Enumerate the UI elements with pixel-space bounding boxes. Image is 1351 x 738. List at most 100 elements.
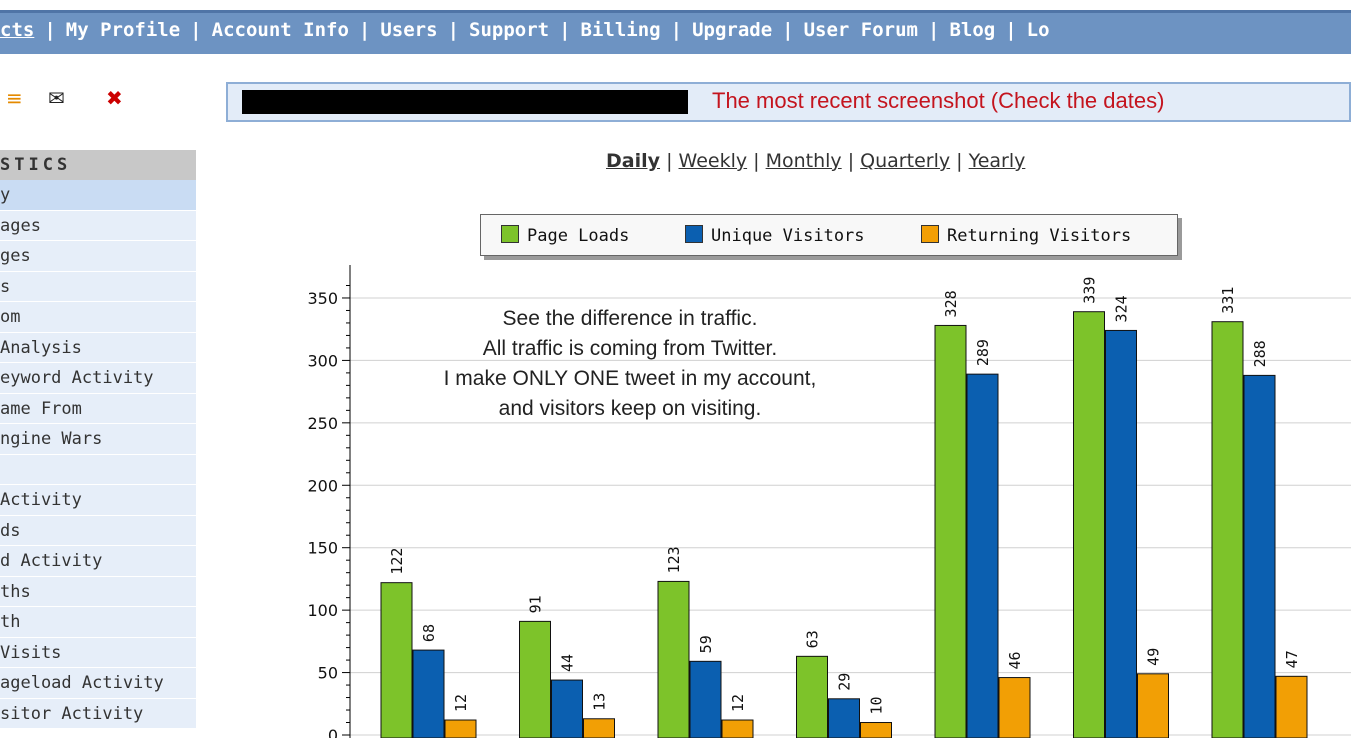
- period-separator: |: [753, 150, 766, 172]
- data-label: 328: [942, 290, 960, 317]
- bar: [380, 582, 413, 738]
- period-yearly-link[interactable]: Yearly: [969, 150, 1026, 172]
- bar: [721, 719, 754, 738]
- period-daily-link[interactable]: Daily: [606, 150, 660, 172]
- nav-link[interactable]: My Profile: [56, 19, 190, 41]
- legend-swatch: [501, 225, 519, 243]
- period-separator: |: [847, 150, 861, 172]
- y-tick-label: 350: [307, 289, 338, 308]
- nav-separator: |: [928, 19, 940, 41]
- annotation-line: and visitors keep on visiting.: [498, 397, 762, 420]
- trash-icon[interactable]: ✖: [106, 86, 123, 110]
- data-label: 91: [527, 595, 545, 613]
- sidebar-item[interactable]: om: [0, 302, 196, 333]
- bar: [689, 660, 722, 738]
- sidebar-item[interactable]: Visits: [0, 637, 196, 668]
- bar: [1211, 321, 1244, 738]
- legend-swatch: [921, 225, 939, 243]
- sidebar-item[interactable]: d Activity: [0, 546, 196, 577]
- sidebar-item[interactable]: ths: [0, 576, 196, 607]
- bar: [860, 722, 892, 738]
- bar: [444, 719, 477, 738]
- y-tick-label: 50: [318, 664, 338, 683]
- data-label: 10: [868, 696, 886, 714]
- nav-link[interactable]: Upgrade: [682, 19, 782, 41]
- data-label: 29: [836, 673, 854, 691]
- rss-icon[interactable]: ≡: [6, 86, 23, 110]
- bar: [796, 655, 828, 738]
- period-selector: Daily | Weekly | Monthly | Quarterly | Y…: [606, 150, 1025, 172]
- period-monthly-link[interactable]: Monthly: [766, 150, 842, 172]
- sidebar-item[interactable]: ges: [0, 241, 196, 272]
- period-quarterly-link[interactable]: Quarterly: [860, 150, 950, 172]
- data-label: 13: [591, 693, 609, 711]
- nav-link[interactable]: Support: [459, 19, 559, 41]
- bar: [934, 324, 967, 738]
- top-navigation: cts | My Profile | Account Info | Users | Suppor…: [0, 0, 1351, 70]
- legend-label: Unique Visitors: [711, 226, 865, 246]
- nav-links: cts | My Profile | Account Info | Users | Suppor…: [0, 12, 1060, 48]
- nav-link[interactable]: Lo: [1017, 19, 1060, 41]
- data-label: 46: [1006, 651, 1024, 669]
- data-label: 44: [559, 654, 577, 672]
- sidebar-item[interactable]: Activity: [0, 485, 196, 516]
- data-label: 47: [1283, 650, 1301, 668]
- nav-separator: |: [190, 19, 202, 41]
- period-separator: |: [956, 150, 969, 172]
- nav-link[interactable]: Account Info: [202, 19, 359, 41]
- period-weekly-link[interactable]: Weekly: [679, 150, 748, 172]
- sidebar-item[interactable]: eyword Activity: [0, 363, 196, 394]
- annotation-line: See the difference in traffic.: [502, 307, 758, 330]
- y-tick-label: 200: [307, 476, 338, 495]
- sidebar-item[interactable]: th: [0, 607, 196, 638]
- sidebar-item[interactable]: ds: [0, 515, 196, 546]
- legend-label: Returning Visitors: [947, 226, 1132, 246]
- annotation-line: I make ONLY ONE tweet in my account,: [443, 367, 817, 390]
- bar: [551, 679, 583, 738]
- nav-separator: |: [447, 19, 460, 41]
- nav-separator: |: [559, 19, 571, 41]
- sidebar-item[interactable]: ages: [0, 210, 196, 241]
- y-tick-label: 300: [307, 351, 338, 370]
- legend-unique-visitors: Unique Visitors: [685, 225, 865, 246]
- bar: [1275, 675, 1308, 738]
- screenshot-banner: The most recent screenshot (Check the da…: [226, 82, 1351, 122]
- sidebar-item[interactable]: s: [0, 271, 196, 302]
- nav-link[interactable]: Users: [370, 19, 447, 41]
- data-label: 49: [1145, 648, 1163, 666]
- nav-link[interactable]: Blog: [939, 19, 1005, 41]
- data-label: 324: [1113, 295, 1131, 322]
- legend-returning-visitors: Returning Visitors: [921, 225, 1131, 246]
- chart-legend: Page Loads Unique Visitors Returning Vis…: [480, 214, 1178, 256]
- y-tick-label: 100: [307, 601, 338, 620]
- y-tick-label: 250: [307, 414, 338, 433]
- sidebar-item[interactable]: y: [0, 180, 196, 211]
- sidebar-item[interactable]: ageload Activity: [0, 668, 196, 699]
- y-tick-label: 150: [307, 539, 338, 558]
- nav-link[interactable]: Billing: [571, 19, 671, 41]
- mail-icon[interactable]: ✉: [48, 86, 65, 110]
- nav-link[interactable]: cts: [0, 19, 44, 41]
- bar: [1073, 311, 1105, 738]
- sidebar-item[interactable]: Analysis: [0, 332, 196, 363]
- bar: [519, 620, 551, 738]
- bar: [1137, 673, 1169, 738]
- data-label: 339: [1081, 277, 1099, 304]
- bar: [998, 677, 1031, 738]
- data-label: 63: [804, 630, 822, 648]
- data-label: 331: [1219, 287, 1237, 314]
- sidebar-item[interactable]: sitor Activity: [0, 698, 196, 729]
- bar: [583, 718, 615, 738]
- sidebar-item[interactable]: ame From: [0, 393, 196, 424]
- period-separator: |: [666, 150, 679, 172]
- nav-separator: |: [1005, 19, 1017, 41]
- sidebar: STICS y ages ges s om Analysis eyword Activit…: [0, 150, 196, 738]
- sidebar-item[interactable]: [0, 454, 196, 485]
- sidebar-item[interactable]: ngine Wars: [0, 424, 196, 455]
- banner-text: The most recent screenshot (Check the da…: [712, 88, 1165, 113]
- nav-separator: |: [44, 19, 56, 41]
- bar: [657, 580, 690, 738]
- bar: [412, 649, 445, 738]
- nav-link[interactable]: User Forum: [794, 19, 928, 41]
- data-label: 12: [452, 694, 470, 712]
